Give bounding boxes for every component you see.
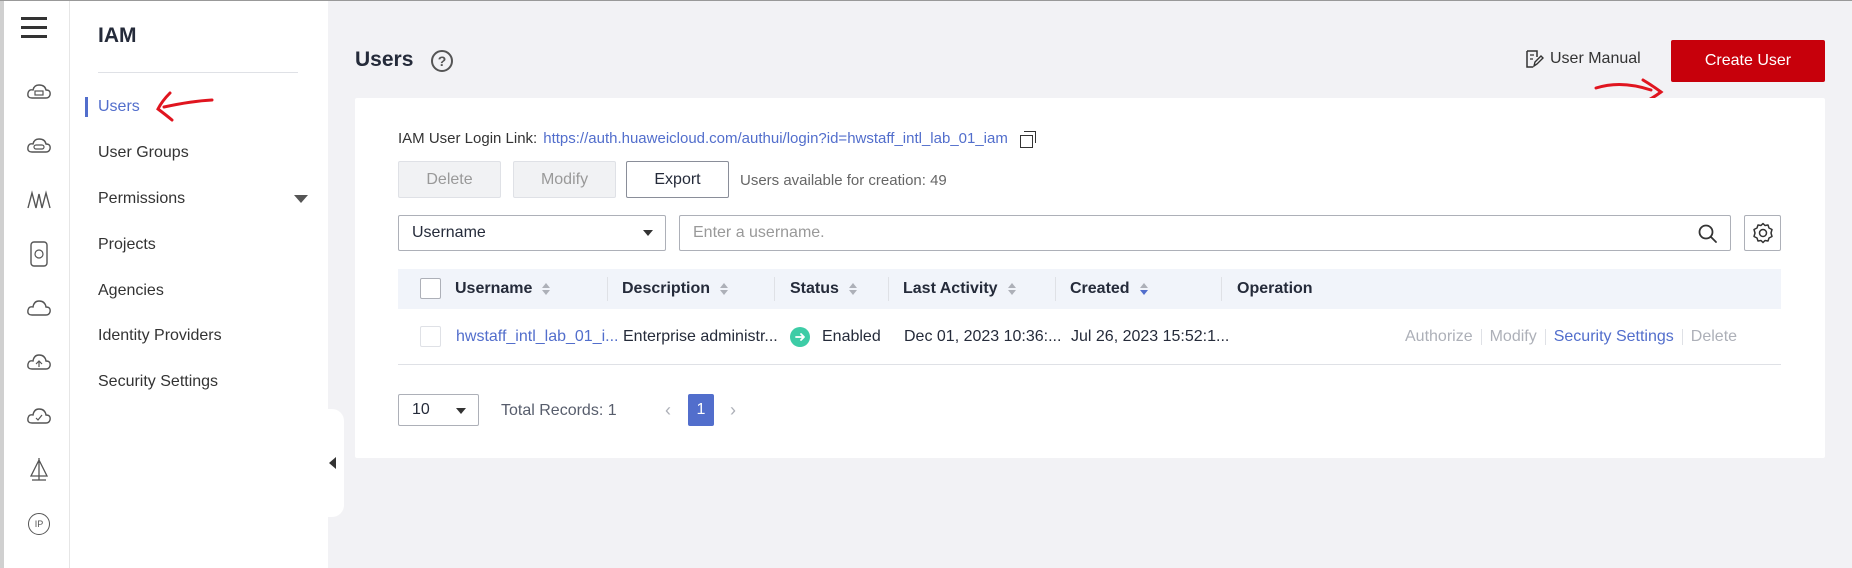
service-icon-rail: IP (0, 1, 70, 568)
user-manual-link[interactable]: User Manual (1524, 49, 1641, 69)
delete-action[interactable]: Delete (1691, 328, 1737, 346)
security-settings-action[interactable]: Security Settings (1554, 328, 1674, 346)
column-operation-label: Operation (1237, 280, 1313, 297)
sort-icon[interactable] (542, 283, 551, 295)
column-divider (774, 277, 775, 301)
sidebar-divider (98, 72, 298, 73)
previous-page-icon[interactable]: ‹ (660, 398, 676, 422)
sort-icon[interactable] (1007, 283, 1016, 295)
sort-icon[interactable] (848, 283, 857, 295)
sidebar-item-user-groups[interactable]: User Groups (98, 144, 189, 162)
column-username-label: Username (455, 280, 533, 297)
column-operation: Operation (1237, 269, 1313, 309)
column-status-label: Status (790, 280, 839, 297)
dropdown-arrow-icon (456, 408, 466, 414)
user-manual-label: User Manual (1550, 50, 1641, 67)
username-link[interactable]: hwstaff_intl_lab_01_i... (456, 309, 618, 365)
last-activity-cell: Dec 01, 2023 10:36:... (904, 328, 1062, 345)
authorize-action[interactable]: Authorize (1405, 328, 1473, 346)
status-cell: Enabled (790, 309, 881, 365)
page-number-current[interactable]: 1 (688, 394, 714, 426)
cloud-check-icon[interactable] (25, 402, 53, 430)
settings-button[interactable] (1744, 215, 1781, 251)
network-wave-icon[interactable] (25, 186, 53, 214)
column-description[interactable]: Description (622, 269, 729, 309)
row-checkbox[interactable] (420, 326, 441, 347)
create-user-button[interactable]: Create User (1671, 40, 1825, 82)
column-last-activity-label: Last Activity (903, 280, 998, 297)
search-box (679, 215, 1731, 251)
page-size-select[interactable]: 10 (398, 394, 479, 426)
table-row: hwstaff_intl_lab_01_i... Enterprise admi… (398, 309, 1781, 365)
next-page-icon[interactable]: › (725, 398, 741, 422)
created-cell: Jul 26, 2023 15:52:1... (1071, 328, 1230, 345)
page-title: Users (355, 48, 414, 71)
sidebar-item-projects[interactable]: Projects (98, 236, 156, 254)
sidebar-collapse-toggle[interactable] (320, 409, 344, 517)
column-divider (1055, 277, 1056, 301)
cloud-icon[interactable] (25, 294, 53, 322)
modify-button[interactable]: Modify (513, 161, 616, 198)
sort-icon[interactable] (720, 283, 729, 295)
sail-icon[interactable] (25, 456, 53, 484)
cloud-storage-icon[interactable] (25, 132, 53, 160)
column-divider (607, 277, 608, 301)
annotation-arrow-users (156, 91, 214, 122)
op-divider (1544, 329, 1546, 345)
description-cell: Enterprise administr... (623, 328, 778, 345)
gear-icon (1752, 222, 1773, 244)
sort-icon[interactable] (1139, 283, 1148, 295)
users-available-text: Users available for creation: 49 (740, 172, 947, 189)
column-username[interactable]: Username (455, 269, 551, 309)
column-description-label: Description (622, 280, 711, 297)
operation-cell: Authorize Modify Security Settings Delet… (1405, 309, 1737, 365)
op-divider (1681, 329, 1683, 345)
page-size-value: 10 (412, 401, 430, 418)
chevron-down-icon[interactable] (294, 195, 308, 203)
sidebar-item-identity-providers[interactable]: Identity Providers (98, 327, 222, 345)
total-records: Total Records: 1 (501, 402, 617, 419)
column-last-activity[interactable]: Last Activity (903, 269, 1016, 309)
search-icon[interactable] (1698, 224, 1718, 244)
ip-icon[interactable]: IP (25, 510, 53, 538)
users-card: IAM User Login Link: https://auth.huawei… (355, 98, 1825, 458)
login-link-url[interactable]: https://auth.huaweicloud.com/authui/logi… (543, 130, 1008, 147)
ip-icon-label: IP (28, 513, 50, 535)
cloud-server-icon[interactable] (25, 78, 53, 106)
search-field-select[interactable]: Username (398, 215, 666, 251)
column-status[interactable]: Status (790, 269, 857, 309)
hamburger-menu-icon[interactable] (21, 17, 47, 39)
manual-edit-icon (1526, 50, 1544, 68)
help-icon[interactable]: ? (431, 50, 453, 72)
copy-icon[interactable] (1019, 130, 1036, 148)
modify-action[interactable]: Modify (1490, 328, 1537, 346)
export-button[interactable]: Export (626, 161, 729, 198)
delete-button[interactable]: Delete (398, 161, 501, 198)
collapse-arrow-icon (328, 457, 336, 469)
sidebar-item-agencies[interactable]: Agencies (98, 282, 164, 300)
column-created-label: Created (1070, 280, 1130, 297)
search-field-value: Username (412, 224, 486, 241)
enabled-status-icon (790, 327, 810, 347)
device-icon[interactable] (25, 240, 53, 268)
login-link-row: IAM User Login Link: https://auth.huawei… (398, 130, 1036, 148)
active-indicator (85, 97, 88, 117)
dropdown-arrow-icon (643, 230, 653, 236)
sidebar-title: IAM (98, 24, 137, 47)
cloud-upload-icon[interactable] (25, 348, 53, 376)
sidebar-item-users[interactable]: Users (98, 98, 140, 116)
column-divider (1221, 277, 1222, 301)
sidebar-item-security-settings[interactable]: Security Settings (98, 373, 218, 391)
op-divider (1480, 329, 1482, 345)
table-header: Username Description Status Last Activit… (398, 269, 1781, 309)
status-text: Enabled (822, 328, 881, 345)
sidebar-item-permissions[interactable]: Permissions (98, 190, 185, 208)
select-all-checkbox[interactable] (420, 278, 441, 299)
column-created[interactable]: Created (1070, 269, 1148, 309)
column-divider (888, 277, 889, 301)
search-input[interactable] (680, 216, 1680, 250)
iam-sidebar: IAM Users User Groups Permissions Projec… (70, 1, 328, 568)
login-link-label: IAM User Login Link: (398, 130, 538, 147)
